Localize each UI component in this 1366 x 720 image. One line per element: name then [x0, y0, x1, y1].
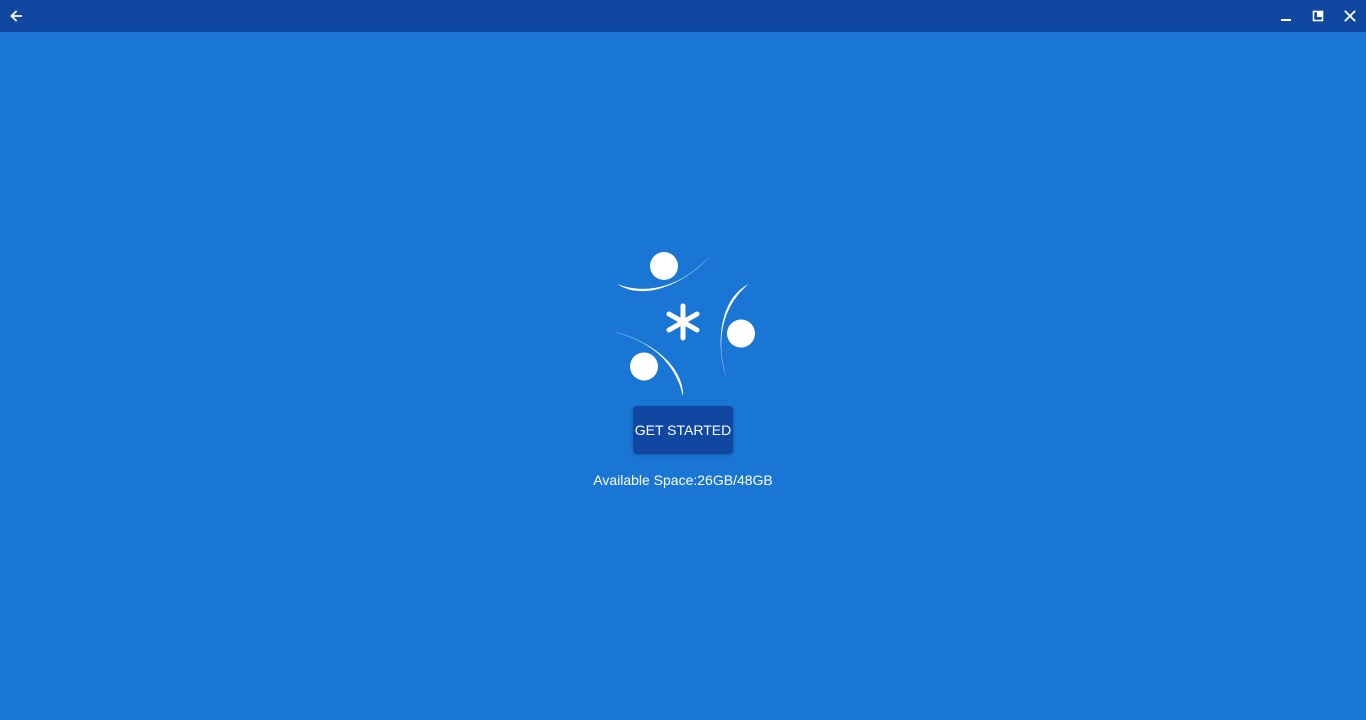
logo-figure	[617, 252, 709, 292]
logo-figure	[720, 283, 755, 378]
app-logo-icon	[613, 252, 755, 395]
close-button[interactable]	[1334, 0, 1366, 32]
minimize-button[interactable]	[1270, 0, 1302, 32]
arrow-left-icon	[10, 10, 22, 22]
back-button[interactable]	[0, 0, 32, 32]
get-started-button[interactable]: GET STARTED	[633, 406, 733, 454]
close-icon	[1344, 10, 1356, 22]
minimize-icon	[1281, 19, 1291, 21]
main-content: GET STARTED Available Space:26GB/48GB	[0, 32, 1366, 720]
asterisk-icon	[666, 303, 700, 341]
restore-button[interactable]	[1302, 0, 1334, 32]
available-space-text: Available Space:26GB/48GB	[593, 472, 773, 488]
title-bar	[0, 0, 1366, 32]
restore-icon	[1312, 10, 1324, 22]
